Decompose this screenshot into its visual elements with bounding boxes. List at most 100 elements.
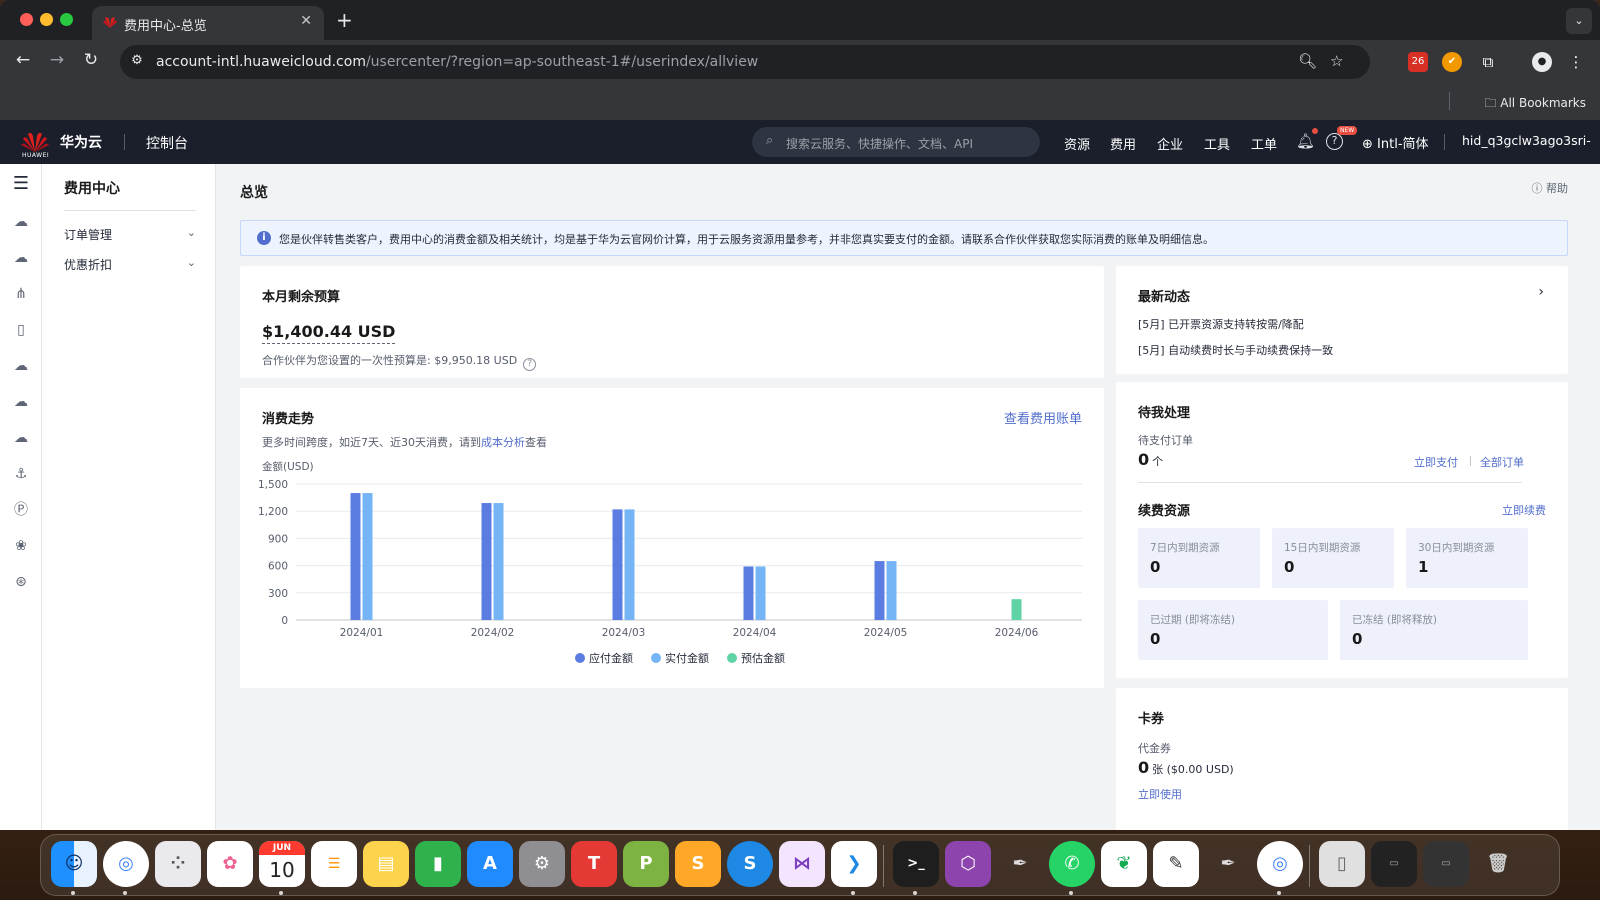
language-switch[interactable]: ⊕ Intl-简体	[1362, 133, 1429, 152]
whatsapp-icon[interactable]: ✆	[1049, 841, 1095, 887]
launchpad-icon[interactable]: ⁘	[155, 841, 201, 887]
nav-tickets[interactable]: 工单	[1251, 134, 1277, 153]
stat-expiring-30d[interactable]: 30日内到期资源 1	[1406, 528, 1528, 588]
cloud-upload-icon[interactable]: ☁	[11, 392, 31, 412]
stat-expiring-15d[interactable]: 15日内到期资源 0	[1272, 528, 1394, 588]
sidenav-item-orders[interactable]: 订单管理 ⌄	[64, 226, 196, 243]
cloud-sync-icon[interactable]: ☁	[11, 428, 31, 448]
dock-divider	[1309, 845, 1310, 887]
system-settings-icon[interactable]: ⚙	[519, 841, 565, 887]
extensions-puzzle-icon[interactable]: ⧉	[1478, 52, 1498, 72]
pay-now-link[interactable]: 立即支付	[1414, 454, 1458, 470]
browser-tab-active[interactable]: 费用中心-总览 ✕	[92, 6, 324, 40]
window-thumbnail-icon[interactable]: ▭	[1371, 841, 1417, 887]
close-window-button[interactable]	[20, 13, 33, 26]
nav-billing[interactable]: 费用	[1110, 134, 1136, 153]
stat-frozen[interactable]: 已冻结 (即将释放) 0	[1340, 600, 1528, 660]
vscode-icon[interactable]: ❯	[831, 841, 877, 887]
app-store-icon[interactable]: A	[467, 841, 513, 887]
chrome-icon[interactable]: ◎	[103, 841, 149, 887]
finder-icon[interactable]: ☺	[51, 841, 97, 887]
user-account-menu[interactable]: hid_q3gclw3ago3sri-	[1462, 133, 1591, 148]
bell-icon[interactable]: 🔔︎	[1296, 132, 1315, 150]
skype-icon[interactable]: S	[727, 841, 773, 887]
notes-icon[interactable]: ▤	[363, 841, 409, 887]
browser-menu-icon[interactable]: ⋮	[1566, 52, 1586, 72]
address-bar[interactable]: ⚙ account-intl.huaweicloud.com/usercente…	[120, 45, 1370, 79]
stat-value: 0	[1352, 630, 1363, 648]
app-purple-icon[interactable]: ⬡	[945, 841, 991, 887]
pen-icon[interactable]: ✒	[1205, 841, 1251, 887]
all-orders-link[interactable]: 全部订单	[1480, 454, 1524, 470]
numbers-icon[interactable]: ▮	[415, 841, 461, 887]
chevron-right-icon[interactable]: ›	[1538, 284, 1544, 300]
menu-hamburger-icon[interactable]: ☰	[11, 174, 31, 194]
app-p-icon[interactable]: P	[623, 841, 669, 887]
visual-studio-icon[interactable]: ⋈	[779, 841, 825, 887]
text-editor-icon[interactable]: ✎	[1153, 841, 1199, 887]
nav-resources[interactable]: 资源	[1064, 134, 1090, 153]
cloud-storage-icon[interactable]: ☁	[11, 248, 31, 268]
y-tick-label: 900	[268, 533, 288, 545]
reminders-icon[interactable]: ☰	[311, 841, 357, 887]
photos-icon[interactable]: ✿	[207, 841, 253, 887]
window-thumbnail-icon-2[interactable]: ▭	[1423, 841, 1469, 887]
news-item[interactable]: [5月] 自动续费时长与手动续费保持一致	[1138, 342, 1333, 358]
sidenav-divider	[64, 210, 196, 211]
document-icon[interactable]: ▯	[11, 320, 31, 340]
document-file-icon[interactable]: ▯	[1319, 841, 1365, 887]
news-item[interactable]: [5月] 已开票资源支持转按需/降配	[1138, 316, 1304, 332]
console-link[interactable]: 控制台	[146, 133, 188, 153]
site-info-icon[interactable]: ⚙	[128, 53, 146, 71]
minimize-window-button[interactable]	[40, 13, 53, 26]
tab-search-button[interactable]: ⌄	[1566, 8, 1592, 34]
voucher-value: 0张 ($0.00 USD)	[1138, 758, 1234, 777]
calendar-extension-icon[interactable]: 26	[1408, 52, 1428, 72]
browser-toolbar: ← → ↻ ⚙ account-intl.huaweicloud.com/use…	[0, 40, 1600, 84]
terminal-icon[interactable]: >_	[893, 841, 939, 887]
nav-tools[interactable]: 工具	[1204, 134, 1230, 153]
calendar-icon[interactable]: JUN 10	[259, 841, 305, 887]
brand-name[interactable]: 华为云	[60, 132, 102, 152]
maximize-window-button[interactable]	[60, 13, 73, 26]
stat-expired[interactable]: 已过期 (即将冻结) 0	[1138, 600, 1328, 660]
help-link[interactable]: ⓘ 帮助	[1532, 180, 1569, 196]
typora-icon[interactable]: T	[571, 841, 617, 887]
service-icon-rail: ☰ ☁ ☁ ⋔ ▯ ☁ ☁ ☁ ⚓︎ Ⓟ ❀ ⊛	[0, 164, 42, 830]
cloud-server-icon[interactable]: ☁	[11, 212, 31, 232]
global-search-input[interactable]: ⌕ 搜索云服务、快捷操作、文档、API	[752, 127, 1040, 157]
tab-close-icon[interactable]: ✕	[300, 13, 312, 29]
new-tab-button[interactable]: +	[336, 8, 353, 32]
profile-icon[interactable]: ●	[1532, 52, 1552, 72]
all-bookmarks-button[interactable]: 🗀 All Bookmarks	[1484, 94, 1586, 115]
trash-icon[interactable]: 🗑︎	[1475, 841, 1521, 887]
stat-expiring-7d[interactable]: 7日内到期资源 0	[1138, 528, 1260, 588]
parking-icon[interactable]: Ⓟ	[11, 500, 31, 520]
sidenav-item-discounts[interactable]: 优惠折扣 ⌄	[64, 256, 196, 273]
reload-icon[interactable]: ↻	[80, 50, 102, 70]
view-bills-link[interactable]: 查看费用账单	[1004, 408, 1082, 427]
cluster-icon[interactable]: ❀	[11, 536, 31, 556]
network-icon[interactable]: ⋔	[11, 284, 31, 304]
renew-now-link[interactable]: 立即续费	[1502, 502, 1546, 518]
mongodb-icon[interactable]: ❦	[1101, 841, 1147, 887]
stat-value: 0	[1150, 630, 1161, 648]
cloud-icon[interactable]: ☁	[11, 356, 31, 376]
nav-enterprise[interactable]: 企业	[1157, 134, 1183, 153]
running-indicator	[123, 891, 127, 895]
bookmark-star-icon[interactable]: ☆	[1330, 52, 1343, 70]
pen-tool-icon[interactable]: ✒	[997, 841, 1043, 887]
globe-grid-icon[interactable]: ⊛	[11, 572, 31, 592]
chrome-icon-2[interactable]: ◎	[1257, 841, 1303, 887]
extension-icon[interactable]: ✔	[1442, 52, 1462, 72]
back-icon[interactable]: ←	[12, 50, 34, 70]
cost-analysis-link[interactable]: 成本分析	[481, 436, 525, 449]
zoom-icon[interactable]: 🔍︎	[1298, 52, 1317, 70]
help-icon[interactable]: ?	[1326, 133, 1343, 150]
app-s-icon[interactable]: S	[675, 841, 721, 887]
forward-icon[interactable]: →	[46, 50, 68, 70]
budget-amount[interactable]: $1,400.44 USD	[262, 322, 396, 344]
use-now-link[interactable]: 立即使用	[1138, 786, 1182, 802]
anchor-icon[interactable]: ⚓︎	[11, 464, 31, 484]
question-icon[interactable]: ?	[523, 358, 537, 371]
